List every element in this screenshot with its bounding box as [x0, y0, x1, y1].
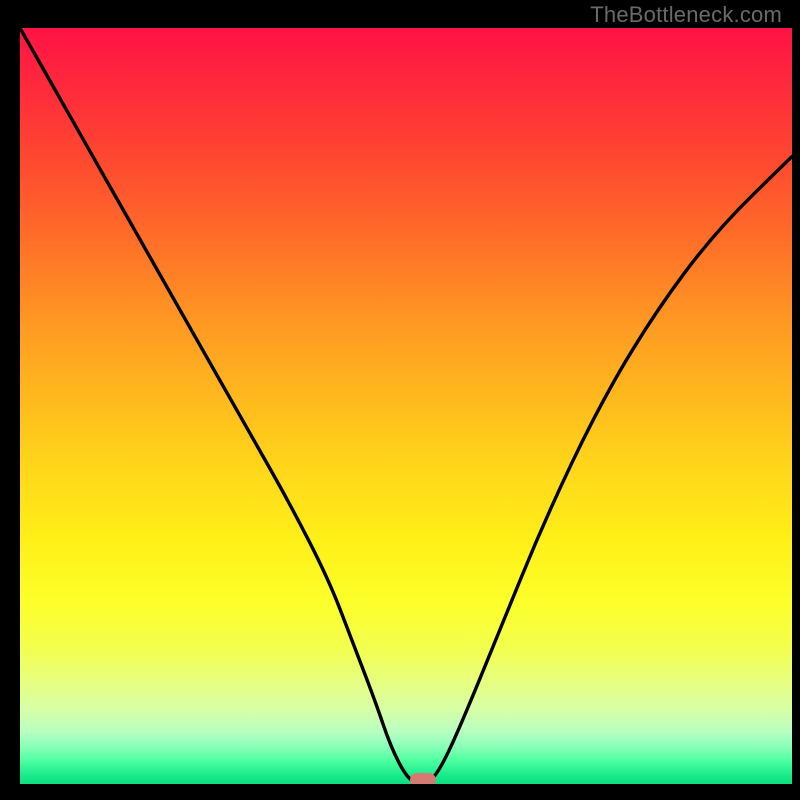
watermark-text: TheBottleneck.com — [590, 2, 782, 28]
curve-svg — [20, 28, 792, 784]
optimal-marker-icon — [410, 773, 436, 784]
bottleneck-curve — [20, 28, 792, 784]
plot-area — [20, 28, 792, 784]
